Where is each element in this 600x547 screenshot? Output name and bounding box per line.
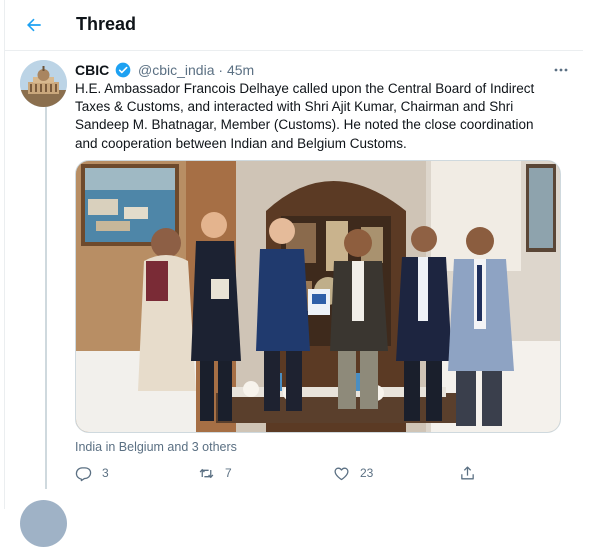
thread-connector-line: [45, 104, 47, 489]
back-button[interactable]: [17, 8, 51, 42]
more-button[interactable]: [553, 61, 569, 79]
photo-image: [76, 161, 560, 432]
author-handle[interactable]: @cbic_india: [138, 62, 214, 78]
like-count: 23: [360, 466, 374, 480]
tweet-photo[interactable]: [75, 160, 561, 433]
reply-button[interactable]: 3: [75, 462, 109, 484]
retweet-count: 7: [225, 466, 232, 480]
reply-icon: [75, 466, 92, 481]
more-icon: [554, 68, 568, 72]
heart-icon: [334, 467, 349, 480]
thread-header: Thread: [5, 0, 583, 51]
author-name[interactable]: CBIC: [75, 62, 109, 78]
avatar[interactable]: [20, 60, 67, 107]
separator-dot: ·: [218, 62, 224, 78]
building-icon: [20, 60, 67, 107]
thread-column: Thread CBIC @cbic_india · 45m H.E. Ambas…: [4, 0, 584, 547]
like-button[interactable]: 23: [333, 462, 373, 484]
tweet-text: H.E. Ambassador Francois Delhaye called …: [75, 81, 535, 151]
page-title: Thread: [76, 14, 137, 34]
tweet-timestamp[interactable]: 45m: [227, 62, 254, 78]
retweet-icon: [199, 468, 214, 478]
share-icon: [461, 465, 474, 479]
tweet-header: CBIC @cbic_india · 45m: [75, 61, 569, 79]
share-button[interactable]: [459, 462, 486, 484]
next-tweet-avatar[interactable]: [20, 500, 67, 547]
tweet-actions: 3 7 23: [75, 462, 553, 484]
reply-count: 3: [102, 466, 109, 480]
right-sidebar: [583, 0, 600, 509]
arrow-left-icon: [27, 18, 41, 32]
verified-badge-icon: [115, 62, 131, 78]
tagged-location[interactable]: India in Belgium and 3 others: [75, 440, 237, 454]
retweet-button[interactable]: 7: [198, 462, 232, 484]
